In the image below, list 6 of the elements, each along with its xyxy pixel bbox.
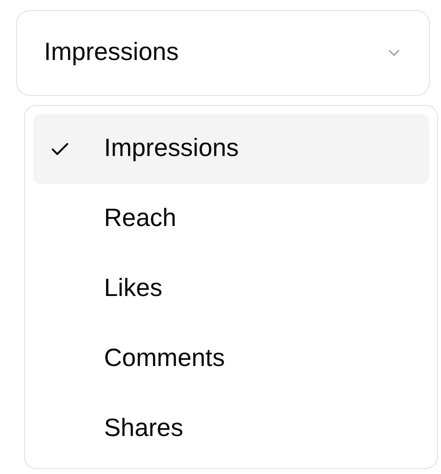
menu-option[interactable]: Comments [33,324,429,394]
metric-select[interactable]: Impressions [16,10,430,96]
menu-option[interactable]: Shares [33,394,429,464]
menu-option[interactable]: Impressions [33,114,429,184]
menu-option[interactable]: Reach [33,184,429,254]
menu-option[interactable]: Likes [33,254,429,324]
